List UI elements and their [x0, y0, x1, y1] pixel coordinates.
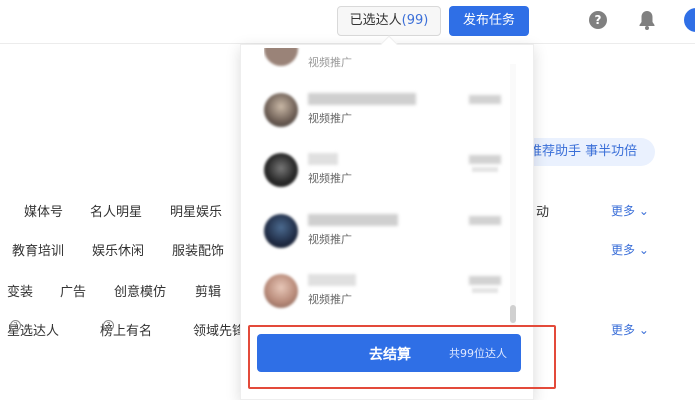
influencer-type: 视频推广 — [308, 112, 352, 125]
checkout-total-count: 共99位达人 — [449, 347, 507, 360]
influencer-avatar — [264, 48, 298, 66]
influencer-item[interactable]: 视频推广 — [264, 274, 514, 314]
influencer-type: 视频推广 — [308, 172, 352, 185]
category-item[interactable]: 娱乐休闲 — [92, 240, 144, 259]
influencer-avatar — [264, 153, 298, 187]
influencer-type: 视频推广 — [308, 293, 352, 306]
question-mark-icon: ? — [10, 320, 21, 331]
category-item[interactable]: 媒体号 — [24, 201, 63, 220]
influencer-name-redacted — [308, 274, 356, 286]
category-item[interactable]: 剪辑 — [195, 281, 221, 300]
influencer-avatar — [264, 274, 298, 308]
selected-label: 已选达人 — [349, 13, 402, 28]
category-item[interactable]: 明星娱乐 — [170, 201, 222, 220]
selected-influencers-button[interactable]: 已选达人(99) — [337, 6, 441, 36]
influencer-price-redacted — [469, 155, 501, 164]
help-icon[interactable]: ? — [589, 11, 607, 29]
category-item[interactable]: 服装配饰 — [172, 240, 224, 259]
influencer-avatar — [264, 93, 298, 127]
influencer-name-redacted — [308, 214, 398, 226]
top-bar: 已选达人(99) 发布任务 ? — [0, 0, 695, 44]
publish-task-button[interactable]: 发布任务 — [449, 6, 529, 36]
panel-scrollbar-thumb[interactable] — [510, 305, 516, 323]
category-item[interactable]: 名人明星 — [90, 201, 142, 220]
panel-scrollbar[interactable] — [510, 64, 516, 326]
influencer-item-partial[interactable]: 视频推广 — [264, 48, 514, 68]
category-item[interactable]: 动 — [536, 201, 549, 220]
user-avatar[interactable] — [684, 8, 695, 32]
more-link[interactable]: 更多 ⌄ — [611, 202, 649, 219]
influencer-price-detail-redacted — [472, 288, 498, 293]
bell-icon[interactable] — [638, 10, 656, 30]
category-item[interactable]: 创意模仿 — [114, 281, 166, 300]
influencer-name-redacted — [308, 93, 416, 105]
influencer-price-redacted — [469, 276, 501, 285]
more-link[interactable]: 更多 ⌄ — [611, 321, 649, 338]
more-link[interactable]: 更多 ⌄ — [611, 241, 649, 258]
recommend-assistant-pill[interactable]: 推荐助手 事半功倍 — [517, 138, 655, 166]
checkout-button[interactable]: 去结算 共99位达人 — [257, 334, 521, 372]
category-item[interactable]: 变装 — [7, 281, 33, 300]
selected-count: (99) — [401, 13, 429, 28]
influencer-price-redacted — [469, 216, 501, 225]
influencer-name-redacted — [308, 153, 338, 165]
category-item[interactable]: 领域先锋 — [193, 320, 245, 339]
influencer-price-detail-redacted — [472, 167, 498, 172]
category-item[interactable]: 广告 — [60, 281, 86, 300]
influencer-item[interactable]: 视频推广 — [264, 93, 514, 133]
question-mark-icon: ? — [103, 320, 114, 331]
checkout-label: 去结算 — [369, 347, 411, 363]
influencer-item[interactable]: 视频推广 — [264, 153, 514, 193]
influencer-type: 视频推广 — [308, 56, 352, 68]
category-item[interactable]: 教育培训 — [12, 240, 64, 259]
influencer-item[interactable]: 视频推广 — [264, 214, 514, 254]
influencer-price-redacted — [469, 95, 501, 104]
influencer-avatar — [264, 214, 298, 248]
influencer-type: 视频推广 — [308, 233, 352, 246]
